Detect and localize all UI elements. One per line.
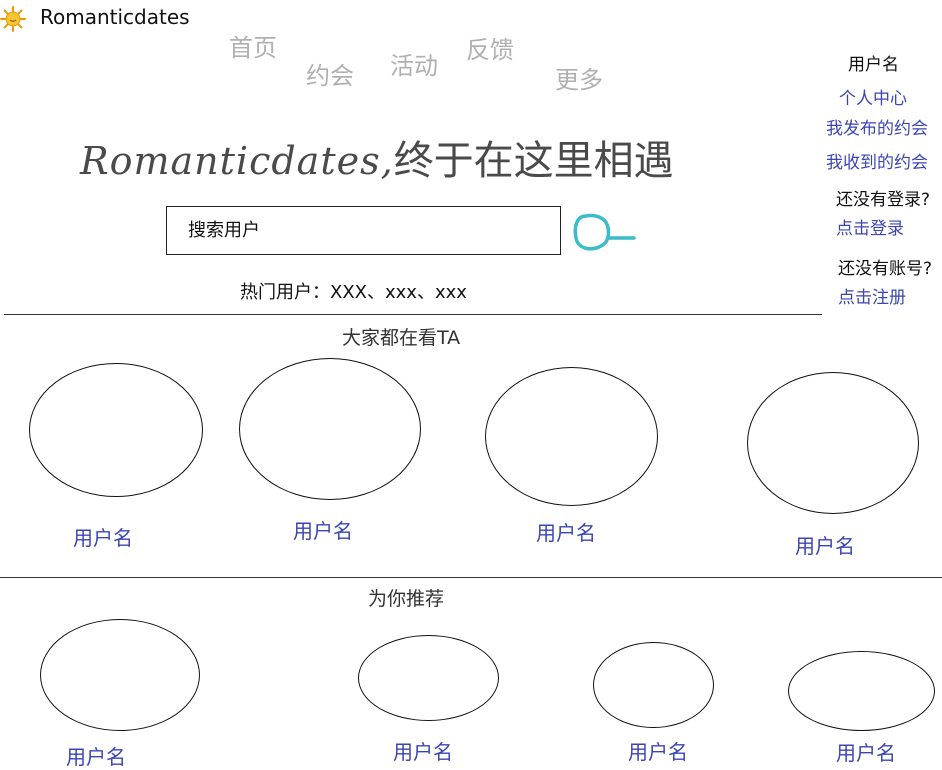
nav-activities[interactable]: 活动 bbox=[390, 46, 438, 81]
hot-users: 热门用户：XXX、xxx、xxx bbox=[240, 282, 467, 303]
sun-icon bbox=[0, 6, 26, 32]
hero-slogan: Romanticdates,终于在这里相遇 bbox=[80, 128, 674, 186]
avatar[interactable] bbox=[239, 358, 421, 500]
not-logged-in-text: 还没有登录? bbox=[836, 190, 931, 210]
profile-link[interactable]: 个人中心 bbox=[839, 84, 907, 109]
no-account-text: 还没有账号? bbox=[838, 259, 933, 279]
avatar[interactable] bbox=[747, 372, 919, 514]
sidebar-username: 用户名 bbox=[848, 55, 899, 75]
popular-user-name[interactable]: 用户名 bbox=[536, 517, 596, 546]
avatar[interactable] bbox=[40, 619, 200, 731]
nav-feedback[interactable]: 反馈 bbox=[466, 30, 514, 65]
popular-section-title: 大家都在看TA bbox=[342, 327, 461, 349]
divider-middle bbox=[0, 577, 942, 578]
recommend-user-name[interactable]: 用户名 bbox=[628, 736, 688, 765]
avatar[interactable] bbox=[29, 363, 203, 497]
popular-user-name[interactable]: 用户名 bbox=[73, 522, 133, 551]
hero-cn-text: 终于在这里相遇 bbox=[393, 138, 674, 184]
avatar[interactable] bbox=[593, 642, 714, 728]
popular-user-name[interactable]: 用户名 bbox=[795, 530, 855, 559]
avatar[interactable] bbox=[358, 635, 499, 721]
recommend-user-name[interactable]: 用户名 bbox=[836, 737, 896, 766]
search-input[interactable] bbox=[167, 207, 560, 254]
my-received-dates-link[interactable]: 我收到的约会 bbox=[826, 148, 928, 173]
avatar[interactable] bbox=[788, 651, 935, 731]
nav-more[interactable]: 更多 bbox=[555, 60, 603, 95]
recommend-section-title: 为你推荐 bbox=[368, 588, 445, 610]
my-posted-dates-link[interactable]: 我发布的约会 bbox=[826, 114, 928, 139]
divider-top bbox=[4, 314, 822, 315]
nav-home[interactable]: 首页 bbox=[229, 28, 277, 63]
recommend-user-name[interactable]: 用户名 bbox=[393, 736, 453, 765]
register-link[interactable]: 点击注册 bbox=[838, 283, 906, 308]
brand-name[interactable]: Romanticdates bbox=[40, 5, 190, 29]
hero-script-text: Romanticdates, bbox=[80, 139, 394, 183]
search-icon[interactable] bbox=[570, 208, 642, 260]
popular-user-name[interactable]: 用户名 bbox=[293, 515, 353, 544]
search-box[interactable] bbox=[166, 206, 561, 255]
nav-dates[interactable]: 约会 bbox=[306, 56, 354, 91]
avatar[interactable] bbox=[485, 367, 658, 506]
recommend-user-name[interactable]: 用户名 bbox=[66, 741, 126, 770]
login-link[interactable]: 点击登录 bbox=[836, 214, 904, 239]
